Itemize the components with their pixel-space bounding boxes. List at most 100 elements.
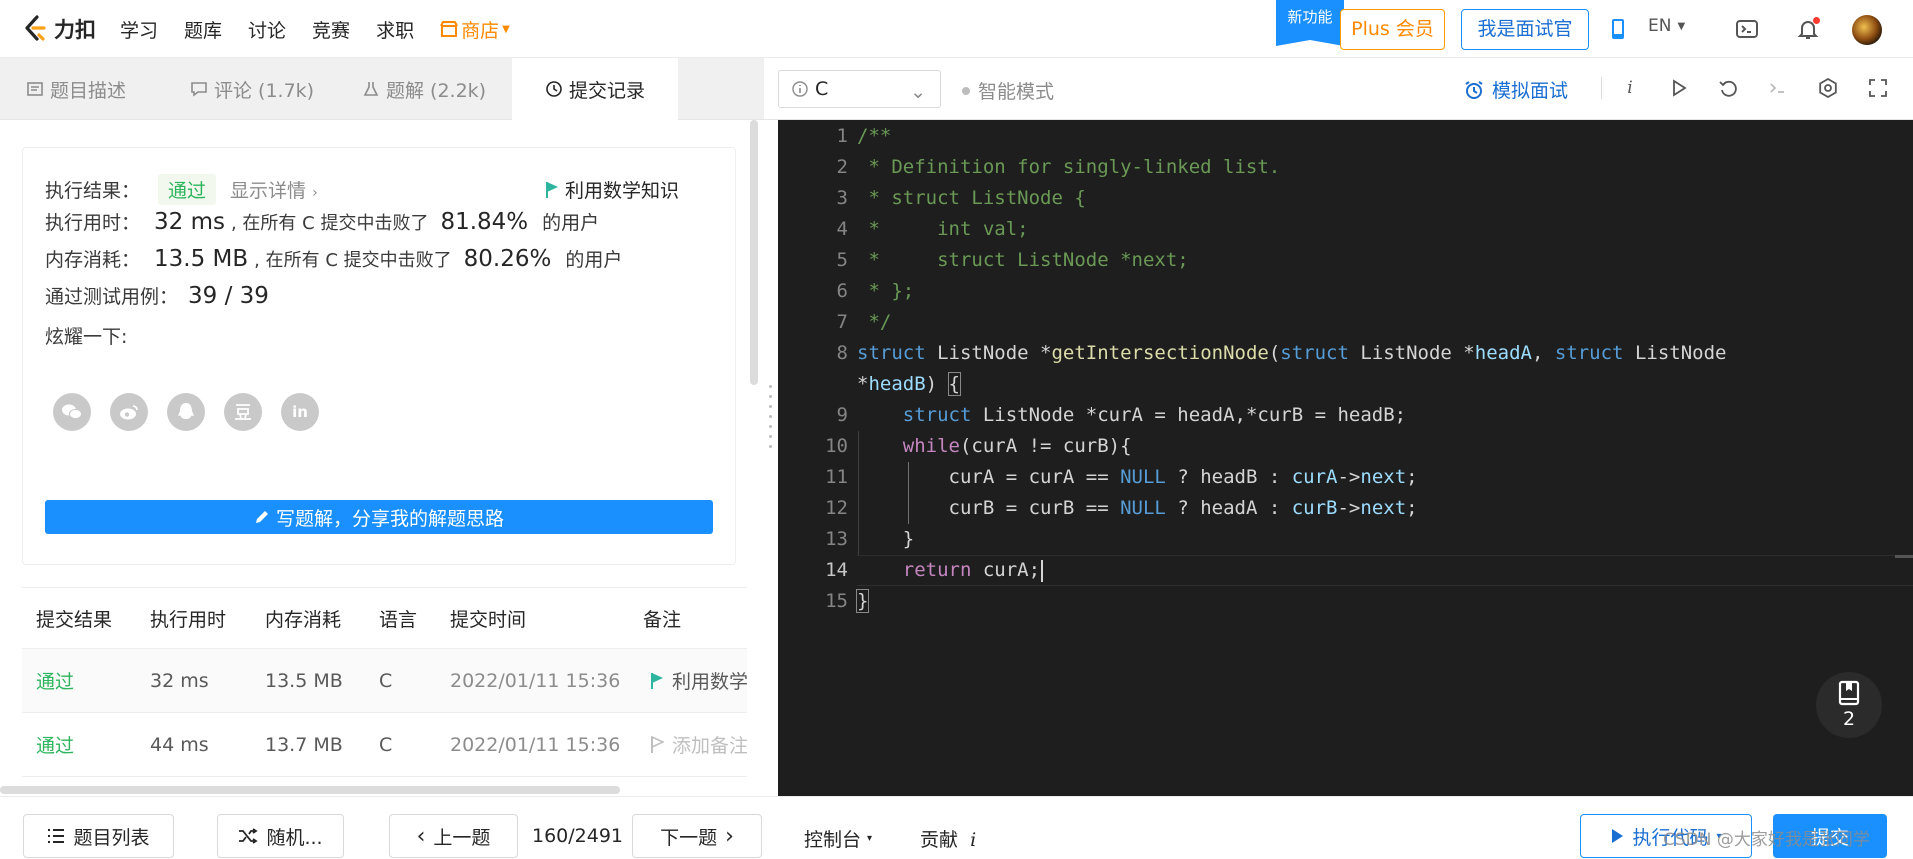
prev-problem-label: 上一题 (433, 826, 491, 849)
code-line[interactable]: while(curA != curB){ (857, 431, 1132, 462)
nav-learn[interactable]: 学习 (120, 16, 158, 43)
row-note-label: 添加备注 (672, 735, 747, 757)
code-line[interactable]: curB = curB == NULL ? headA : curB->next… (857, 493, 1418, 524)
problem-list-label: 题目列表 (73, 826, 150, 849)
weibo-icon[interactable] (110, 393, 148, 431)
pencil-icon (255, 511, 268, 523)
plus-member-button[interactable]: Plus 会员 (1340, 9, 1445, 50)
contribute-button[interactable]: 贡献 i (920, 825, 976, 852)
qq-icon[interactable] (167, 393, 205, 431)
social-share: in (53, 393, 319, 431)
memory-label: 内存消耗： (45, 249, 141, 271)
flag-outline-icon (651, 735, 664, 753)
console-icon[interactable] (1767, 77, 1789, 99)
flag-icon (546, 181, 558, 198)
info-italic-icon: i (970, 829, 977, 851)
code-line[interactable]: curA = curA == NULL ? headB : curA->next… (857, 462, 1418, 493)
code-line[interactable]: * }; (857, 276, 914, 307)
notification-bell[interactable] (1796, 17, 1820, 41)
tests-row: 通过测试用例： 39 / 39 (45, 282, 275, 309)
code-line[interactable]: * struct ListNode { (857, 183, 1085, 214)
line-number: 8 (836, 342, 848, 364)
language-label: EN (1648, 16, 1672, 36)
play-icon[interactable] (1668, 77, 1690, 99)
nav-problemset[interactable]: 题库 (184, 16, 222, 43)
interviewer-button[interactable]: 我是面试官 (1461, 9, 1589, 50)
terminal-icon[interactable] (1735, 17, 1759, 41)
mock-interview-button[interactable]: 模拟面试 (1464, 76, 1568, 103)
chevron-down-icon: ▼ (502, 23, 510, 35)
tab-comments[interactable]: 评论 (1.7k) (190, 58, 314, 120)
row-note[interactable]: 利用数学 (650, 649, 747, 712)
tab-description[interactable]: 题目描述 (26, 58, 126, 120)
code-line[interactable]: */ (857, 307, 891, 338)
nav-jobs[interactable]: 求职 (376, 16, 414, 43)
shuffle-icon (239, 828, 259, 844)
code-line[interactable]: * int val; (857, 214, 1028, 245)
show-details-link[interactable]: 显示详情 › (230, 176, 318, 203)
panel-splitter[interactable] (764, 120, 778, 796)
horizontal-scrollbar[interactable] (0, 786, 620, 794)
submissions-table: 提交结果 执行用时 内存消耗 语言 提交时间 备注 通过 32 ms 13.5 … (22, 587, 747, 779)
leetcode-logo[interactable]: 力扣 (22, 14, 96, 44)
row-runtime: 32 ms (150, 669, 209, 692)
douban-icon[interactable] (224, 393, 262, 431)
header-language: 语言 (379, 608, 418, 631)
fullscreen-icon[interactable] (1867, 77, 1889, 99)
language-switch[interactable]: EN ▼ (1648, 16, 1685, 36)
table-row[interactable]: 通过 32 ms 13.5 MB C 2022/01/11 15:36 利用数学 (22, 649, 747, 713)
chevron-left-icon: ‹ (416, 823, 426, 849)
header-status: 提交结果 (36, 608, 113, 631)
result-label: 执行结果： (45, 180, 141, 202)
row-status[interactable]: 通过 (36, 713, 74, 776)
random-problem-button[interactable]: 随机... (217, 814, 344, 858)
row-time: 2022/01/11 15:36 (450, 733, 621, 756)
prev-problem-button[interactable]: ‹ 上一题 (389, 814, 518, 858)
settings-icon[interactable] (1817, 77, 1839, 99)
code-line[interactable]: } (857, 524, 914, 555)
table-row[interactable]: 通过 44 ms 13.7 MB C 2022/01/11 15:36 添加备注 (22, 713, 747, 777)
nav-store[interactable]: 商店 ▼ (440, 16, 510, 43)
avatar[interactable] (1852, 15, 1882, 45)
write-solution-button[interactable]: 写题解，分享我的解题思路 (45, 500, 713, 534)
new-feature-badge[interactable]: 新功能 (1276, 0, 1344, 46)
vertical-scrollbar[interactable] (750, 120, 758, 385)
main-nav: 学习 题库 讨论 竞赛 求职 商店 ▼ (120, 0, 510, 58)
code-line[interactable]: struct ListNode *getIntersectionNode(str… (857, 338, 1726, 369)
tab-submissions[interactable]: 提交记录 (512, 58, 678, 120)
row-status[interactable]: 通过 (36, 649, 74, 712)
qq-glyph (178, 403, 194, 419)
runtime-row: 执行用时： 32 ms , 在所有 C 提交中击败了 81.84% 的用户 (45, 208, 599, 235)
code-line[interactable]: } (855, 586, 870, 617)
nav-discuss[interactable]: 讨论 (248, 16, 286, 43)
tests-value: 39 / 39 (188, 283, 269, 309)
console-toggle[interactable]: 控制台 ▾ (804, 825, 872, 852)
code-line[interactable]: struct ListNode *curA = headA,*curB = he… (857, 400, 1406, 431)
runtime-value: 32 ms (154, 209, 225, 235)
smart-mode-toggle[interactable]: 智能模式 (962, 77, 1054, 104)
wechat-icon[interactable] (53, 393, 91, 431)
code-editor[interactable]: 1 2 3 4 5 6 7 8 9 10 11 12 13 14 15 /** … (778, 120, 1913, 796)
mobile-icon[interactable] (1606, 17, 1630, 41)
submission-note[interactable]: 利用数学知识 (545, 176, 679, 203)
reset-icon[interactable] (1717, 77, 1739, 99)
linkedin-icon[interactable]: in (281, 393, 319, 431)
code-line[interactable]: * struct ListNode *next; (857, 245, 1188, 276)
header-memory: 内存消耗 (265, 608, 342, 631)
language-select[interactable]: C ⌄ (778, 70, 941, 108)
code-line[interactable]: /** (857, 121, 891, 152)
smart-mode-dot (962, 86, 970, 95)
leetcode-logo-icon (25, 15, 46, 41)
line-number: 12 (825, 497, 848, 519)
next-problem-button[interactable]: 下一题 › (632, 814, 762, 858)
problem-list-button[interactable]: 题目列表 (23, 814, 174, 858)
line-number: 11 (825, 466, 848, 488)
tab-solutions[interactable]: 题解 (2.2k) (362, 58, 486, 120)
notes-button[interactable]: 2 (1816, 672, 1882, 738)
row-note[interactable]: 添加备注 (650, 713, 747, 776)
info-italic-icon[interactable]: i (1619, 77, 1641, 99)
code-line[interactable]: return curA; (857, 555, 1044, 586)
code-line[interactable]: *headB) { (857, 369, 962, 400)
code-line[interactable]: * Definition for singly-linked list. (857, 152, 1280, 183)
nav-contest[interactable]: 竞赛 (312, 16, 350, 43)
